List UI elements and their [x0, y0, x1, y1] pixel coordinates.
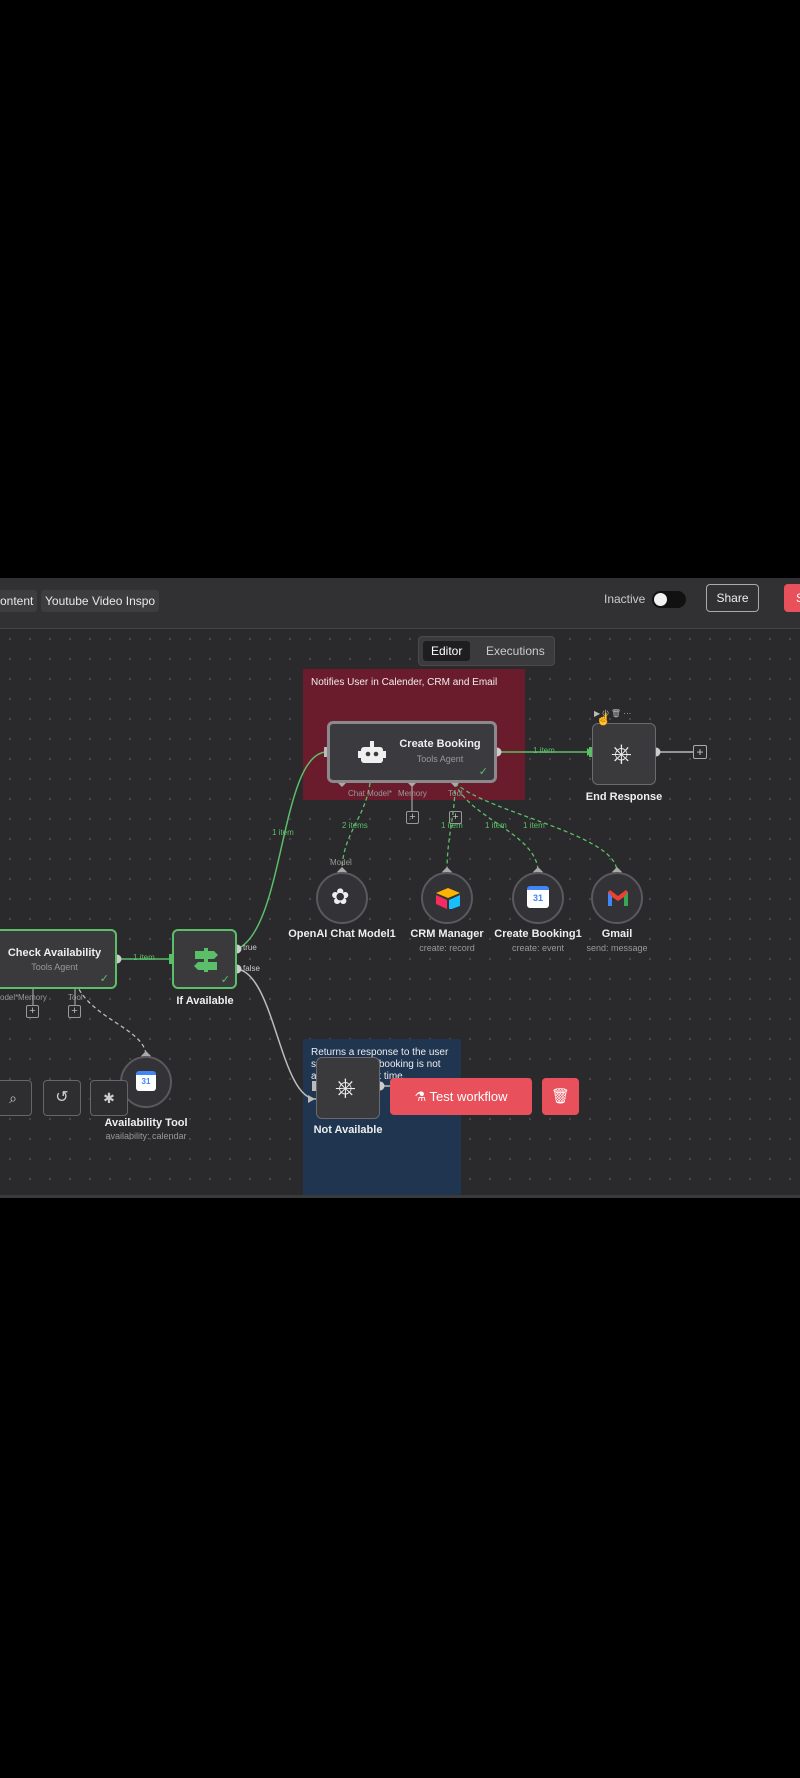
if-branch-icon — [194, 948, 218, 972]
node-not-available[interactable]: ⎈ — [316, 1057, 380, 1119]
node-subtitle-crm: create: record — [419, 943, 475, 953]
node-title: Create Booking — [399, 738, 481, 750]
google-calendar-icon: 31 — [527, 886, 549, 908]
node-title-openai: OpenAI Chat Model1 — [288, 928, 396, 940]
zoom-out-button[interactable]: ⌕ — [0, 1080, 32, 1116]
undo-icon: ↺ — [55, 1089, 69, 1106]
top-bar: ontent Youtube Video Inspo Inactive Shar… — [0, 578, 800, 629]
node-title-if: If Available — [176, 995, 234, 1007]
port-label-tool-check: Tool — [68, 993, 83, 1002]
edge-label-check-if: 1 item — [133, 953, 155, 962]
workflow-editor: ontent Youtube Video Inspo Inactive Shar… — [0, 578, 800, 1198]
add-tool-button[interactable]: + — [449, 811, 462, 824]
trash-icon: 🗑 — [550, 1088, 571, 1105]
undo-button[interactable]: ↺ — [43, 1080, 81, 1116]
share-button[interactable]: Share — [706, 584, 759, 612]
mouse-cursor-icon: ☝ — [596, 712, 611, 726]
flask-icon: ⚗ — [414, 1089, 430, 1104]
port-label-chat-model: Chat Model* — [348, 789, 393, 798]
delete-button[interactable]: 🗑 — [542, 1078, 579, 1115]
status-label: Inactive — [604, 592, 646, 606]
robot-icon — [358, 741, 386, 763]
toggle-knob — [654, 593, 667, 606]
node-subtitle: Tools Agent — [416, 754, 464, 764]
zoom-icon: ⌕ — [9, 1090, 17, 1106]
port-label-memory: Memory — [398, 789, 427, 798]
active-toggle[interactable] — [652, 591, 686, 608]
gmail-icon — [608, 890, 628, 906]
bug-icon: ✱ — [103, 1090, 115, 1106]
port-label-memory-check: Memory — [18, 993, 47, 1002]
success-check-icon: ✓ — [220, 974, 230, 986]
node-subtitle-check: Tools Agent — [31, 962, 78, 972]
edge-label-gmail: 1 item — [523, 821, 545, 830]
test-workflow-label: Test workflow — [429, 1089, 508, 1104]
node-if-available[interactable]: ✓ — [172, 929, 237, 989]
output-label-true: true — [243, 943, 257, 952]
debug-button[interactable]: ✱ — [90, 1080, 128, 1116]
success-check-icon: ✓ — [478, 766, 488, 778]
success-check-icon: ✓ — [99, 973, 109, 985]
node-subtitle-availability-tool: availability: calendar — [105, 1131, 187, 1141]
port-label-model-check: odel* — [0, 993, 19, 1002]
node-title-end-response: End Response — [585, 791, 663, 803]
openai-icon: ✿ — [331, 884, 350, 909]
node-end-response[interactable]: ⎈ — [592, 723, 656, 785]
node-create-booking[interactable]: Create Booking Tools Agent ✓ — [327, 721, 497, 783]
port-label-tool: Tool — [448, 789, 463, 798]
node-title-crm: CRM Manager — [410, 928, 484, 940]
node-gmail[interactable] — [591, 872, 643, 924]
node-check-availability[interactable]: Check Availability Tools Agent ✓ — [0, 929, 117, 989]
edge-label-booking-end: 1 item — [533, 746, 555, 755]
add-memory-button-check[interactable]: + — [26, 1005, 39, 1018]
google-calendar-icon: 31 — [136, 1071, 156, 1091]
edge-label-if-booking: 1 item — [272, 828, 294, 837]
airtable-icon — [436, 888, 460, 909]
port-label-model: Model — [330, 858, 352, 867]
node-openai-chat-model[interactable]: ✿ — [316, 872, 368, 924]
workflow-canvas[interactable]: Editor Executions Notifies User in Calen… — [0, 629, 800, 1198]
node-create-booking1[interactable]: 31 — [512, 872, 564, 924]
edge-label-model: 2 items — [342, 821, 368, 830]
bottom-divider — [0, 1195, 800, 1198]
node-subtitle-gmail: send: message — [586, 943, 648, 953]
add-memory-button[interactable]: + — [406, 811, 419, 824]
test-workflow-button[interactable]: ⚗ Test workflow — [390, 1078, 532, 1115]
node-crm-manager[interactable] — [421, 872, 473, 924]
add-tool-button-check[interactable]: + — [68, 1005, 81, 1018]
output-label-false: false — [243, 964, 260, 973]
add-node-button[interactable]: + — [693, 745, 707, 759]
node-title-gmail: Gmail — [601, 928, 633, 940]
breadcrumb-folder[interactable]: ontent — [0, 590, 38, 612]
node-title-availability-tool: Availability Tool — [104, 1117, 188, 1129]
webhook-icon: ⎈ — [611, 738, 632, 768]
node-title-not-available: Not Available — [313, 1124, 383, 1136]
breadcrumb-workflow-name[interactable]: Youtube Video Inspo — [41, 590, 160, 612]
save-button[interactable]: S — [784, 584, 800, 612]
edge-label-calendar: 1 item — [485, 821, 507, 830]
node-title-check: Check Availability — [7, 947, 102, 959]
webhook-icon: ⎈ — [335, 1072, 356, 1102]
